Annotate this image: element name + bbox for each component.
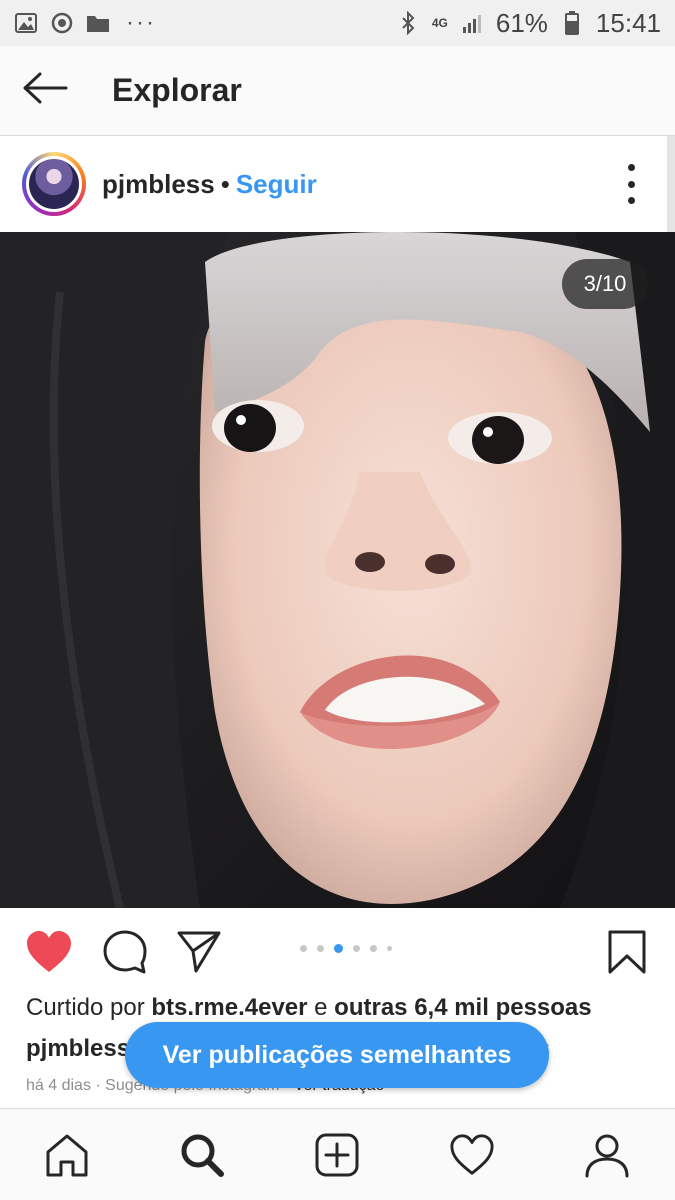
carousel-dots [300, 944, 392, 953]
home-icon[interactable] [43, 1131, 91, 1179]
share-icon[interactable] [174, 928, 224, 976]
clock: 15:41 [595, 7, 661, 38]
follow-button[interactable]: Seguir [236, 169, 317, 200]
bottom-nav [0, 1108, 675, 1200]
see-similar-posts-button[interactable]: Ver publicações semelhantes [125, 1022, 549, 1088]
post-photo[interactable]: 3/10 [0, 232, 675, 908]
add-icon[interactable] [313, 1131, 361, 1179]
network-type: 4G [431, 16, 448, 30]
post-username[interactable]: pjmbless [102, 169, 215, 200]
profile-icon[interactable] [583, 1131, 631, 1179]
like-icon[interactable] [24, 928, 74, 976]
battery-icon [560, 11, 584, 35]
carousel-dot [317, 945, 324, 952]
more-options-icon[interactable] [619, 164, 643, 204]
status-bar-left: ··· [14, 9, 156, 37]
back-button[interactable] [0, 46, 90, 136]
bluetooth-icon [396, 11, 420, 35]
more-notifications: ··· [126, 9, 156, 36]
caption-username[interactable]: pjmbless [26, 1035, 130, 1062]
status-bar: ··· 4G 61% 15:41 [0, 0, 675, 46]
likes-user[interactable]: bts.rme.4ever [151, 994, 307, 1021]
sync-icon [50, 11, 74, 35]
comment-icon[interactable] [100, 928, 150, 976]
folder-icon [86, 11, 110, 35]
signal-icon [460, 11, 484, 35]
carousel-counter: 3/10 [562, 259, 648, 309]
likes-conjunction: e [307, 994, 335, 1021]
heart-icon[interactable] [448, 1131, 496, 1179]
avatar [26, 156, 82, 212]
search-icon[interactable] [178, 1131, 226, 1179]
carousel-dot [300, 945, 307, 952]
carousel-dot [387, 946, 392, 951]
image-icon [14, 11, 38, 35]
page-title: Explorar [112, 72, 242, 108]
battery-percent: 61% [495, 7, 548, 38]
carousel-dot [353, 945, 360, 952]
app-header: Explorar [0, 46, 675, 136]
likes-prefix: Curtido por [26, 994, 152, 1021]
scrollbar [667, 136, 675, 232]
avatar-story-ring[interactable] [22, 152, 86, 216]
status-bar-right: 4G 61% 15:41 [396, 8, 661, 39]
carousel-dot [370, 945, 377, 952]
post-age: há 4 dias [26, 1077, 91, 1094]
separator-dot: • [220, 168, 230, 199]
likes-summary[interactable]: Curtido por bts.rme.4ever e outras 6,4 m… [26, 994, 592, 1022]
back-arrow-icon [22, 71, 68, 110]
carousel-dot-active [334, 944, 343, 953]
post-header: pjmbless • Seguir [0, 136, 667, 232]
meta-separator: · [90, 1077, 106, 1094]
likes-others[interactable]: outras 6,4 mil pessoas [334, 994, 591, 1021]
photo-illustration [0, 232, 675, 908]
save-icon[interactable] [602, 928, 652, 976]
